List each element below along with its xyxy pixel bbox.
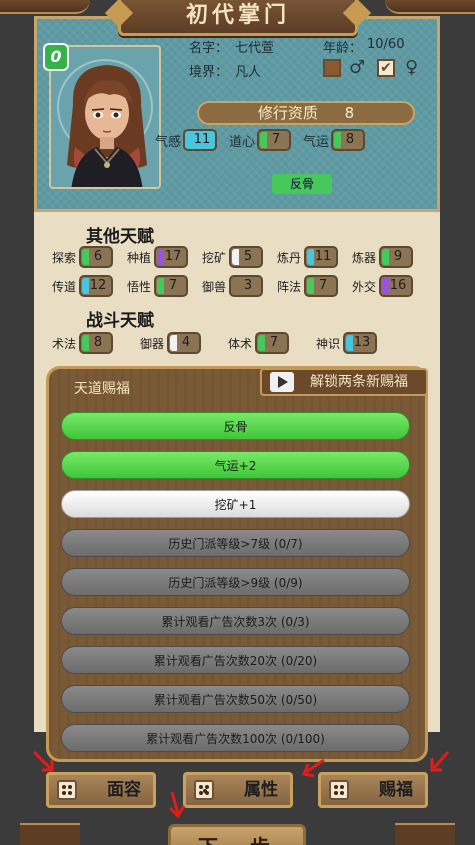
- blessing-item-locked[interactable]: 历史门派等级>9级 (0/9): [61, 568, 410, 596]
- aptitude-bar: 修行资质 8: [197, 101, 415, 125]
- talent-shenshi: 神识 13: [316, 332, 404, 354]
- core-stats: 气感 11 道心 7 气运 8: [155, 129, 366, 151]
- blessing-item-locked[interactable]: 累计观看广告次数50次 (0/50): [61, 685, 410, 713]
- male-icon: ♂: [349, 57, 366, 78]
- leaf-badge-icon: 0: [43, 43, 69, 71]
- age-value: 10/60: [367, 37, 405, 52]
- attributes-button[interactable]: 属性: [183, 772, 293, 808]
- annotation-arrow-icon: [430, 751, 450, 772]
- talent-zhongzhi: 种植 17: [127, 246, 202, 268]
- game-screen: 0 名字： 七代萱 年龄： 10/60 境界： 凡人 ♂ ✔ ♀ 修行资质 8 …: [0, 0, 475, 845]
- stat-label-qiyun: 气运: [303, 134, 330, 150]
- top-left-ornament: [0, 0, 90, 14]
- annotation-arrow-icon: [168, 791, 186, 819]
- talent-tishu: 体术 7: [228, 332, 316, 354]
- stat-value-qiyun: 8: [331, 129, 366, 151]
- realm-value: 凡人: [235, 65, 262, 80]
- annotation-arrow-icon: [32, 750, 54, 772]
- blessing-title: 天道赐福: [74, 381, 130, 397]
- combat-talents-row: 术法 8 御器 4 体术 7 神识 13: [52, 332, 404, 354]
- dice-icon: [329, 780, 349, 800]
- top-right-ornament: [385, 0, 475, 14]
- face-button-label: 面容: [107, 780, 141, 800]
- blessing-button[interactable]: 赐福: [318, 772, 428, 808]
- blessing-item[interactable]: 气运+2: [61, 451, 410, 479]
- stat-label-qigan: 气感: [155, 134, 182, 150]
- dice-icon: [57, 780, 77, 800]
- face-button[interactable]: 面容: [46, 772, 156, 808]
- talent-wakuang: 挖矿 5: [202, 246, 277, 268]
- attributes-button-label: 属性: [244, 780, 278, 800]
- trait-tag[interactable]: 反骨: [272, 174, 332, 194]
- talent-yuqi: 御器 4: [140, 332, 228, 354]
- blessing-item[interactable]: 挖矿+1: [61, 490, 410, 518]
- combat-talents-title: 战斗天赋: [86, 311, 154, 331]
- bottom-right-ornament: [395, 823, 455, 845]
- bottom-left-ornament: [20, 823, 80, 845]
- talent-zhenfa: 阵法 7: [277, 275, 352, 297]
- realm-label: 境界：: [189, 65, 229, 80]
- blessing-item-locked[interactable]: 累计观看广告次数20次 (0/20): [61, 646, 410, 674]
- age-label: 年龄：: [323, 41, 363, 56]
- aptitude-value: 8: [344, 104, 355, 122]
- talent-wuxing: 悟性 7: [127, 275, 202, 297]
- page-title: 初代掌门: [118, 0, 358, 36]
- talent-yushou: 御兽 3: [202, 275, 277, 297]
- female-checkbox[interactable]: ✔: [377, 59, 395, 77]
- male-checkbox[interactable]: [323, 59, 341, 77]
- stat-value-daoxin: 7: [257, 129, 292, 151]
- other-talents-title: 其他天赋: [86, 227, 154, 247]
- blessing-item-locked[interactable]: 累计观看广告次数100次 (0/100): [61, 724, 410, 752]
- talent-liandan: 炼丹 11: [277, 246, 352, 268]
- female-icon: ♀: [405, 57, 419, 78]
- video-play-icon: [270, 372, 294, 392]
- talent-shufa: 术法 8: [52, 332, 140, 354]
- next-step-button[interactable]: 下一步: [168, 824, 306, 845]
- name-value: 七代萱: [235, 41, 275, 56]
- talent-chuandao: 传道 12: [52, 275, 127, 297]
- talent-tansuo: 探索 6: [52, 246, 127, 268]
- annotation-arrow-icon: [301, 758, 325, 778]
- blessing-item[interactable]: 反骨: [61, 412, 410, 440]
- profile-panel: 0 名字： 七代萱 年龄： 10/60 境界： 凡人 ♂ ✔ ♀ 修行资质 8 …: [34, 16, 440, 212]
- stat-label-daoxin: 道心: [229, 134, 256, 150]
- other-talents-row-2: 传道 12 悟性 7 御兽 3 阵法 7 外交 16: [52, 275, 427, 297]
- other-talents-row-1: 探索 6 种植 17 挖矿 5 炼丹 11 炼器 9: [52, 246, 427, 268]
- blessing-item-locked[interactable]: 累计观看广告次数3次 (0/3): [61, 607, 410, 635]
- talent-waijiao: 外交 16: [352, 275, 427, 297]
- stat-value-qigan: 11: [183, 129, 218, 151]
- unlock-blessings-button[interactable]: 解锁两条新赐福: [260, 368, 428, 396]
- name-label: 名字：: [189, 41, 229, 56]
- blessing-button-label: 赐福: [379, 780, 413, 800]
- talent-lianqi: 炼器 9: [352, 246, 427, 268]
- aptitude-label: 修行资质: [257, 104, 318, 122]
- dice-icon: [194, 780, 214, 800]
- blessing-item-locked[interactable]: 历史门派等级>7级 (0/7): [61, 529, 410, 557]
- unlock-blessings-label: 解锁两条新赐福: [310, 374, 408, 390]
